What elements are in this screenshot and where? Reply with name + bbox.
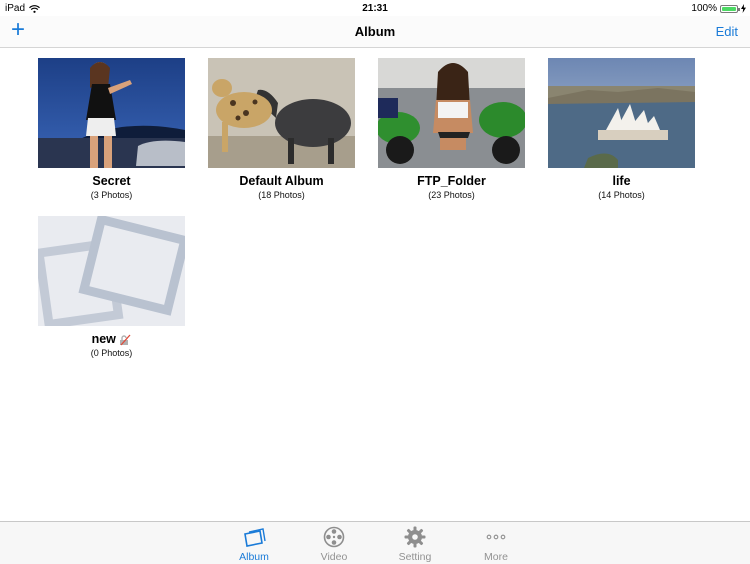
album-name: life	[612, 174, 631, 188]
tab-bar: Album Video Setting More	[0, 521, 750, 564]
tab-more[interactable]: More	[466, 526, 526, 563]
charging-bolt-icon	[741, 4, 746, 13]
battery-icon	[720, 4, 740, 13]
album-icon	[244, 528, 266, 547]
album-tile-secret[interactable]: Secret (3 Photos)	[38, 58, 185, 200]
gear-icon	[404, 526, 426, 548]
tab-label: Video	[320, 551, 348, 563]
album-tile-new[interactable]: new (0 Photos)	[38, 216, 185, 358]
album-name: Secret	[92, 174, 131, 188]
album-tile-ftp-folder[interactable]: FTP_Folder (23 Photos)	[378, 58, 525, 200]
status-time: 21:31	[362, 3, 388, 14]
album-photo-count: (3 Photos)	[90, 190, 133, 200]
album-name: new	[91, 332, 116, 346]
edit-button[interactable]: Edit	[716, 24, 738, 39]
album-thumbnail[interactable]	[38, 58, 185, 168]
album-tile-life[interactable]: life (14 Photos)	[548, 58, 695, 200]
tab-setting[interactable]: Setting	[385, 526, 445, 563]
album-tile-default[interactable]: Default Album (18 Photos)	[208, 58, 355, 200]
tab-label: Setting	[398, 551, 432, 563]
album-name-row: new	[38, 331, 185, 347]
status-bar: iPad 21:31 100%	[0, 0, 750, 16]
album-thumbnail[interactable]	[378, 58, 525, 168]
page-title: Album	[354, 24, 396, 39]
lock-off-icon	[120, 334, 131, 346]
tab-label: Album	[239, 551, 269, 563]
album-photo-count: (23 Photos)	[428, 190, 475, 200]
album-thumbnail[interactable]	[208, 58, 355, 168]
album-name: Default Album	[239, 174, 324, 188]
navigation-bar: + Album Edit	[0, 16, 750, 48]
status-right: 100%	[691, 3, 746, 14]
film-reel-icon	[323, 526, 345, 548]
album-photo-count: (18 Photos)	[258, 190, 305, 200]
album-photo-count: (0 Photos)	[90, 348, 133, 358]
ellipsis-icon	[486, 534, 506, 540]
album-photo-count: (14 Photos)	[598, 190, 645, 200]
album-name: FTP_Folder	[417, 174, 486, 188]
tab-video[interactable]: Video	[304, 526, 364, 563]
battery-percent: 100%	[691, 3, 717, 14]
tab-album[interactable]: Album	[224, 526, 284, 563]
album-thumbnail[interactable]	[548, 58, 695, 168]
tab-label: More	[484, 551, 508, 563]
album-thumbnail-placeholder[interactable]	[38, 216, 185, 326]
